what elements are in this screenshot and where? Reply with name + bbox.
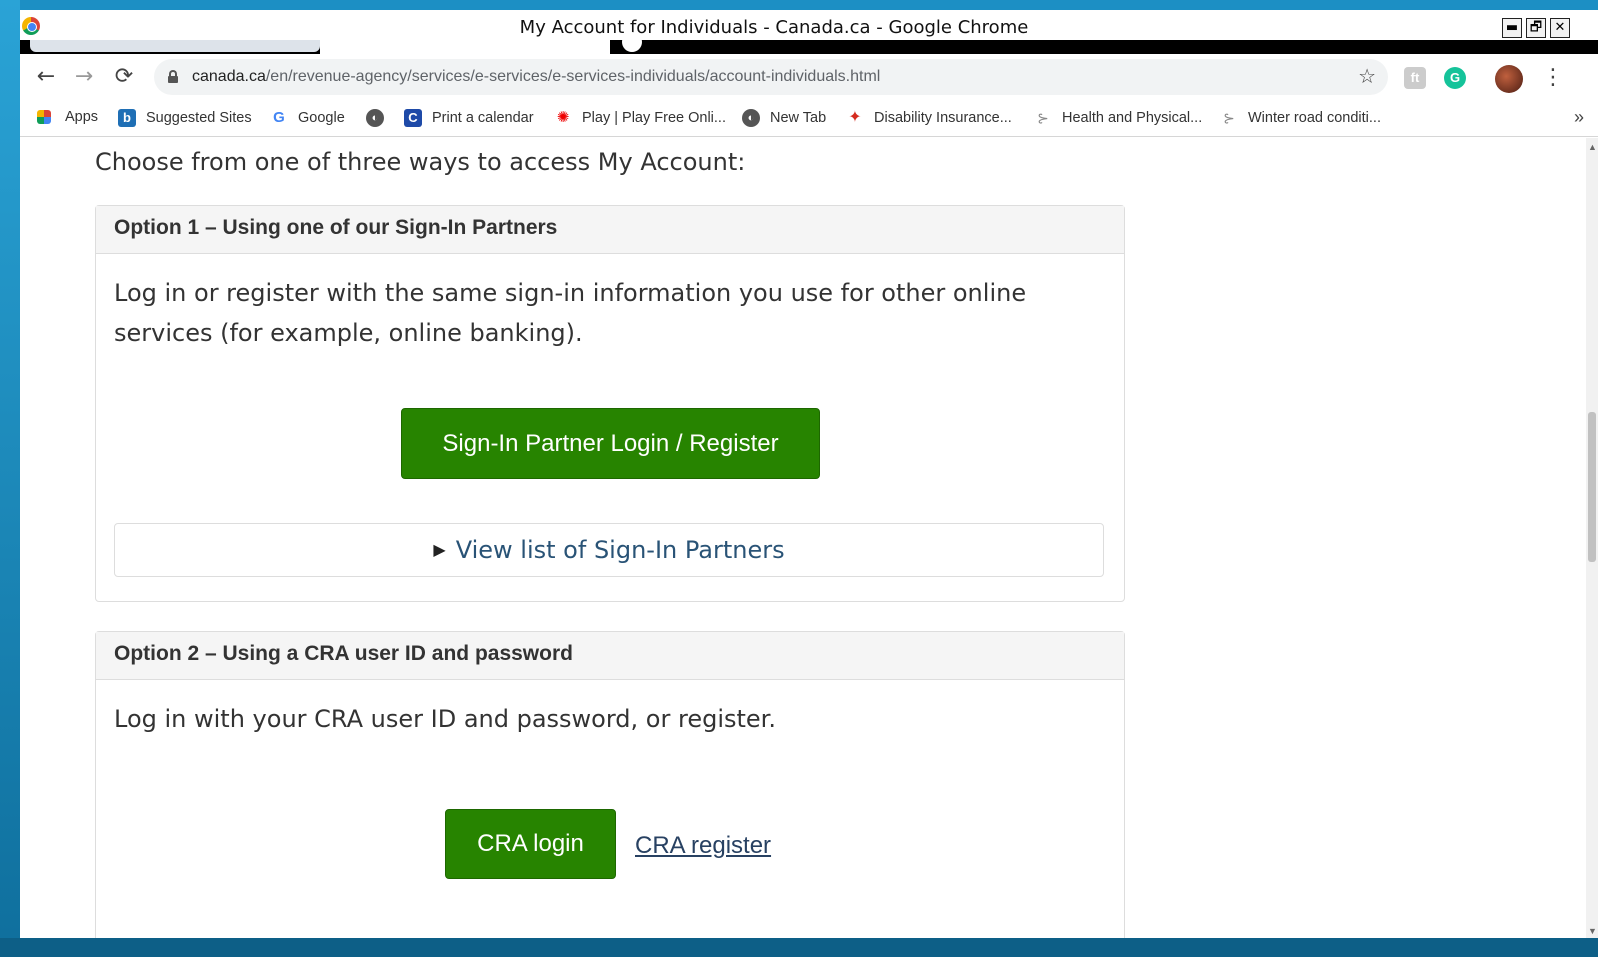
bookmark-star-icon[interactable]: ☆: [1358, 64, 1376, 89]
bookmark-apps[interactable]: Apps: [37, 109, 98, 125]
cbc-icon: ✺: [556, 109, 570, 126]
option1-text: Log in or register with the same sign-in…: [114, 279, 1027, 347]
bookmark-health-physical[interactable]: ⊱ Health and Physical...: [1034, 109, 1202, 127]
restore-button[interactable]: 🗗: [1526, 18, 1546, 38]
chrome-menu-icon[interactable]: ⋮: [1542, 64, 1564, 90]
bookmark-leaf-icon: ⊱: [1223, 110, 1235, 126]
bookmark-label: Print a calendar: [432, 110, 534, 126]
apps-grid-icon: [37, 110, 51, 124]
scroll-up-icon[interactable]: ▲: [1588, 142, 1597, 152]
scroll-down-icon[interactable]: ▼: [1588, 926, 1597, 936]
bookmark-disability-insurance[interactable]: ✦ Disability Insurance...: [846, 109, 1012, 127]
bookmark-label: Disability Insurance...: [874, 110, 1012, 126]
bookmark-label: Play | Play Free Onli...: [582, 110, 726, 126]
browser-toolbar: ← → ⟳ canada.ca/en/revenue-agency/servic…: [20, 54, 1598, 101]
bing-icon: b: [118, 109, 136, 127]
cra-login-button[interactable]: CRA login: [445, 809, 616, 879]
view-sign-in-partners-toggle[interactable]: ▶ View list of Sign-In Partners: [114, 523, 1104, 577]
page-content: Choose from one of three ways to access …: [20, 138, 1598, 938]
bookmark-label: Health and Physical...: [1062, 110, 1203, 126]
bookmark-label: Winter road conditi...: [1248, 110, 1381, 126]
bookmark-label: Google: [298, 110, 345, 126]
option2-text: Log in with your CRA user ID and passwor…: [114, 705, 776, 733]
window-title: My Account for Individuals - Canada.ca -…: [519, 17, 1029, 38]
forward-button[interactable]: →: [70, 64, 98, 90]
address-bar[interactable]: canada.ca/en/revenue-agency/services/e-s…: [154, 59, 1388, 95]
tab-strip: [20, 32, 1598, 54]
tab-favicon-icon: [622, 32, 642, 52]
bookmark-label: Apps: [65, 109, 99, 125]
bookmarks-overflow-icon[interactable]: »: [1574, 107, 1584, 128]
page-scrollbar[interactable]: ▲ ▼: [1586, 138, 1598, 938]
desktop-background: [0, 0, 20, 957]
bookmark-google[interactable]: G Google: [270, 109, 345, 127]
tab-inactive[interactable]: [30, 40, 320, 52]
url-host: canada.ca: [192, 68, 266, 85]
url-path: /en/revenue-agency/services/e-services/e…: [265, 68, 881, 85]
google-icon: G: [273, 109, 285, 126]
back-button[interactable]: ←: [32, 64, 60, 90]
bookmark-globe[interactable]: ◐: [366, 109, 394, 127]
url-text[interactable]: canada.ca/en/revenue-agency/services/e-s…: [192, 68, 880, 86]
bookmark-play[interactable]: ✺ Play | Play Free Onli...: [554, 109, 726, 127]
bookmark-new-tab[interactable]: ◐ New Tab: [742, 109, 826, 127]
bookmark-label: New Tab: [770, 110, 827, 126]
close-button[interactable]: ✕: [1550, 18, 1570, 38]
sign-in-partner-button[interactable]: Sign-In Partner Login / Register: [401, 408, 820, 479]
reload-button[interactable]: ⟳: [110, 64, 138, 90]
details-label: View list of Sign-In Partners: [455, 536, 785, 564]
grammarly-icon[interactable]: G: [1444, 67, 1466, 89]
extension-icon[interactable]: ft: [1404, 67, 1426, 89]
bookmark-winter-road[interactable]: ⊱ Winter road conditi...: [1220, 109, 1381, 127]
tab-active[interactable]: [320, 40, 610, 54]
bookmark-suggested-sites[interactable]: b Suggested Sites: [118, 109, 252, 127]
calendar-icon: C: [404, 109, 422, 127]
minimize-button[interactable]: ▬: [1502, 18, 1522, 38]
option1-panel: Option 1 – Using one of our Sign-In Part…: [95, 205, 1125, 602]
option2-panel: Option 2 – Using a CRA user ID and passw…: [95, 631, 1125, 938]
browser-window: My Account for Individuals - Canada.ca -…: [20, 10, 1598, 938]
maple-leaf-icon: ✦: [848, 109, 862, 126]
profile-avatar[interactable]: [1495, 65, 1523, 93]
intro-text: Choose from one of three ways to access …: [95, 148, 746, 176]
bookmark-leaf-icon: ⊱: [1037, 110, 1049, 126]
expand-triangle-icon: ▶: [433, 540, 446, 559]
bookmarks-bar: Apps b Suggested Sites G Google ◐ C Prin…: [20, 101, 1598, 137]
globe-icon: ◐: [366, 109, 384, 127]
globe-icon: ◐: [742, 109, 760, 127]
bookmark-print-calendar[interactable]: C Print a calendar: [404, 109, 534, 127]
scrollbar-thumb[interactable]: [1588, 412, 1596, 562]
lock-icon: [168, 70, 178, 83]
bookmark-label: Suggested Sites: [146, 110, 252, 126]
cra-register-link[interactable]: CRA register: [635, 832, 771, 860]
option1-heading: Option 1 – Using one of our Sign-In Part…: [96, 206, 1124, 254]
option2-heading: Option 2 – Using a CRA user ID and passw…: [96, 632, 1124, 680]
title-bar: My Account for Individuals - Canada.ca -…: [20, 10, 1598, 40]
taskbar-edge: [0, 938, 1598, 957]
